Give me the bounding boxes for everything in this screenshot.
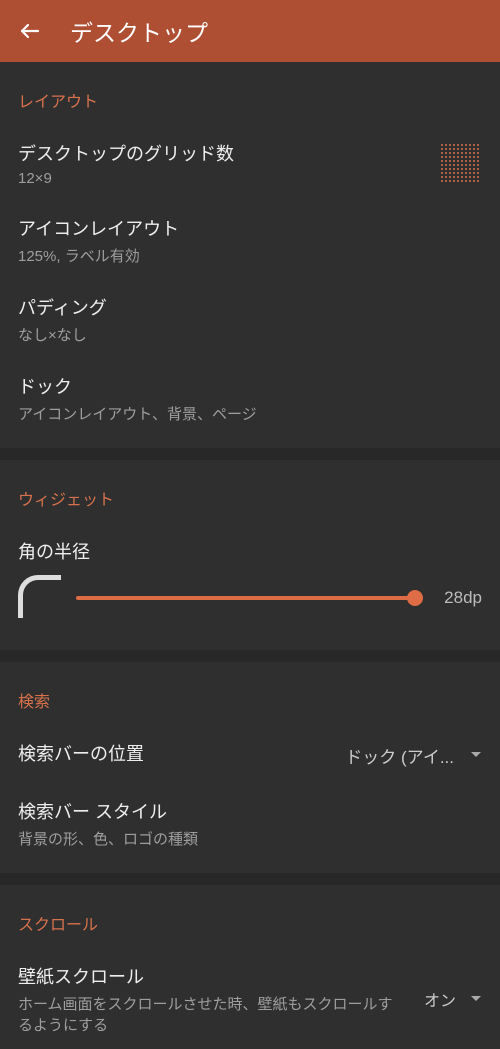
section-header-layout: レイアウト <box>0 66 500 126</box>
divider <box>0 873 500 885</box>
divider <box>0 448 500 460</box>
corner-radius-icon <box>18 578 58 618</box>
grid-icon <box>440 143 482 185</box>
item-desktop-grid[interactable]: デスクトップのグリッド数 12×9 <box>0 126 500 201</box>
item-dock[interactable]: ドック アイコンレイアウト、背景、ページ <box>0 359 500 438</box>
chevron-down-icon <box>470 993 482 1005</box>
item-title: アイコンレイアウト <box>18 215 482 241</box>
item-wallpaper-scroll[interactable]: 壁紙スクロール ホーム画面をスクロールさせた時、壁紙もスクロールするようにする … <box>0 949 500 1049</box>
item-title: ドック <box>18 373 482 399</box>
chevron-down-icon <box>470 749 482 761</box>
item-sub: アイコンレイアウト、背景、ページ <box>18 403 482 424</box>
item-title: デスクトップのグリッド数 <box>18 140 430 166</box>
slider-value: 28dp <box>438 588 482 608</box>
item-sub: 125%, ラベル有効 <box>18 245 482 266</box>
item-sub: 背景の形、色、ロゴの種類 <box>18 828 482 849</box>
item-corner-radius[interactable]: 角の半径 28dp <box>0 524 500 640</box>
select-value: ドック (アイ... <box>345 743 482 768</box>
item-title: パディング <box>18 294 482 320</box>
item-title: 検索バーの位置 <box>18 740 144 766</box>
item-title: 検索バー スタイル <box>18 798 482 824</box>
item-search-style[interactable]: 検索バー スタイル 背景の形、色、ロゴの種類 <box>0 784 500 863</box>
section-header-scroll: スクロール <box>0 889 500 949</box>
item-title: 角の半径 <box>18 538 482 564</box>
item-sub: 12×9 <box>18 170 430 187</box>
item-sub: なし×なし <box>18 324 482 345</box>
item-padding[interactable]: パディング なし×なし <box>0 280 500 359</box>
item-icon-layout[interactable]: アイコンレイアウト 125%, ラベル有効 <box>0 201 500 280</box>
divider <box>0 650 500 662</box>
toggle-label: オン <box>424 987 456 1011</box>
section-header-widget: ウィジェット <box>0 464 500 524</box>
back-icon[interactable] <box>18 19 42 43</box>
select-label: ドック (アイ... <box>345 743 454 768</box>
toggle-value: オン <box>424 987 482 1011</box>
section-header-search: 検索 <box>0 666 500 726</box>
page-title: デスクトップ <box>70 14 208 48</box>
item-search-position[interactable]: 検索バーの位置 ドック (アイ... <box>0 726 500 784</box>
item-title: 壁紙スクロール <box>18 963 404 989</box>
corner-radius-slider[interactable] <box>76 596 420 600</box>
app-bar: デスクトップ <box>0 0 500 62</box>
